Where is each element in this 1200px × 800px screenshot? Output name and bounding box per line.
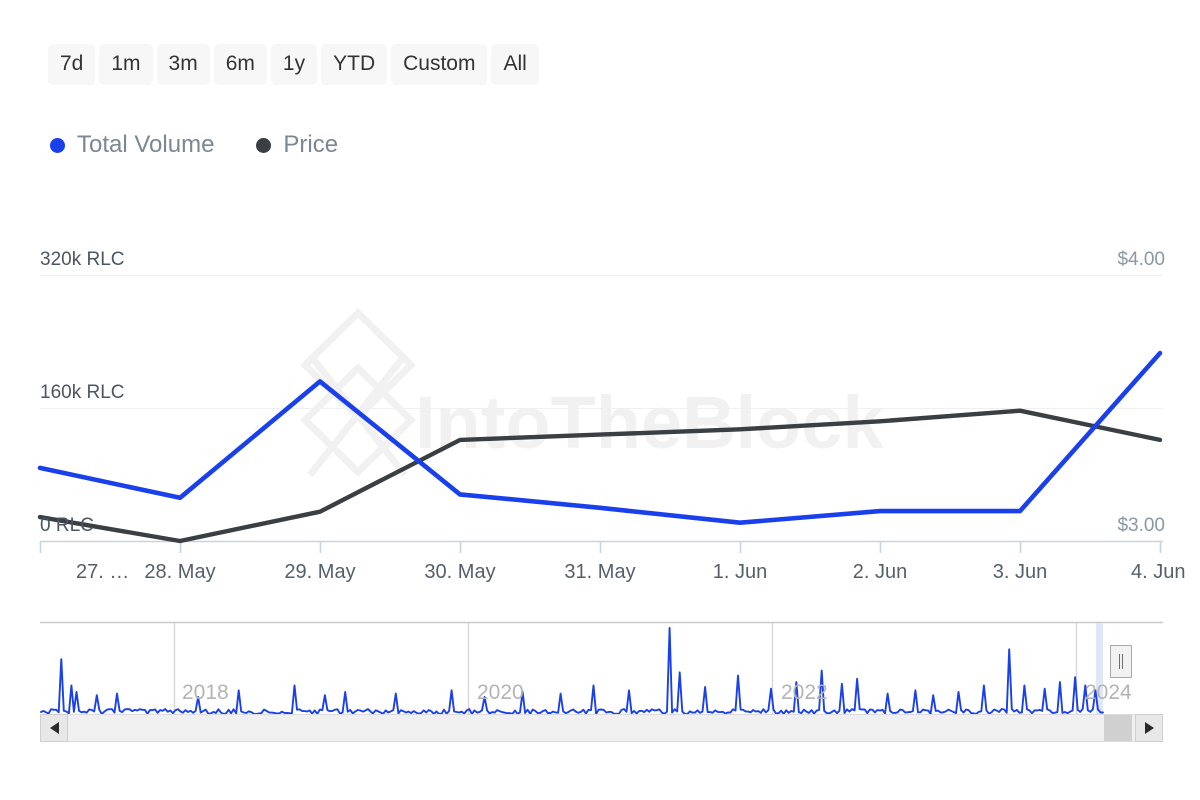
x-axis-tick-label-3: 30. May bbox=[424, 561, 496, 583]
navigator-scrollbar-track[interactable] bbox=[40, 714, 1163, 742]
y-axis-left-label-bottom: 0 RLC bbox=[40, 515, 94, 536]
x-axis-ticks bbox=[39, 541, 1162, 553]
navigator-year-gridlines bbox=[173, 623, 1078, 718]
y-axis-left-label-middle: 160k RLC bbox=[40, 382, 125, 403]
navigator-scroll-right-button[interactable] bbox=[1135, 714, 1163, 742]
triangle-right-icon bbox=[1144, 722, 1154, 734]
intotheblock-watermark: IntoTheBlock bbox=[300, 308, 885, 478]
navigator-year-label-2024: 2024 bbox=[1085, 681, 1132, 704]
y-axis-left-label-top: 320k RLC bbox=[40, 249, 125, 270]
navigator-year-label-2020: 2020 bbox=[477, 681, 524, 704]
x-axis-tick-label-7: 3. Jun bbox=[992, 561, 1048, 583]
series-line-total-volume bbox=[37, 350, 1163, 526]
x-axis-tick-label-4: 31. May bbox=[564, 561, 636, 583]
x-axis-tick-label-8: 4. Jun bbox=[1131, 561, 1186, 583]
y-axis-right-label-bottom: $3.00 bbox=[1117, 515, 1165, 536]
navigator-scroll-left-button[interactable] bbox=[40, 714, 68, 742]
x-axis-tick-label-1: 28. May bbox=[144, 561, 216, 583]
navigator-scrollbar-thumb[interactable] bbox=[1104, 715, 1132, 741]
watermark-logo-icon bbox=[300, 308, 416, 478]
grip-handle-icon-line-1 bbox=[1119, 654, 1120, 669]
y-axis-right-label-top: $4.00 bbox=[1117, 249, 1165, 270]
triangle-left-icon bbox=[49, 722, 59, 734]
grip-handle-icon-line-2 bbox=[1122, 654, 1123, 669]
chart-gridlines bbox=[40, 275, 1163, 409]
navigator-year-label-2022: 2022 bbox=[781, 681, 828, 704]
navigator-canvas[interactable] bbox=[0, 610, 1200, 790]
x-axis-tick-label-0: 27. … bbox=[76, 561, 130, 583]
x-axis-tick-label-6: 2. Jun bbox=[852, 561, 908, 583]
x-axis-tick-label-2: 29. May bbox=[284, 561, 356, 583]
x-axis-tick-label-5: 1. Jun bbox=[712, 561, 768, 583]
volume-price-chart-panel: 7d 1m 3m 6m 1y YTD Custom All Total Volu… bbox=[0, 0, 1200, 800]
navigator-year-label-2018: 2018 bbox=[182, 681, 229, 704]
navigator-handle-right[interactable] bbox=[1110, 645, 1132, 678]
watermark-text: IntoTheBlock bbox=[415, 381, 885, 464]
